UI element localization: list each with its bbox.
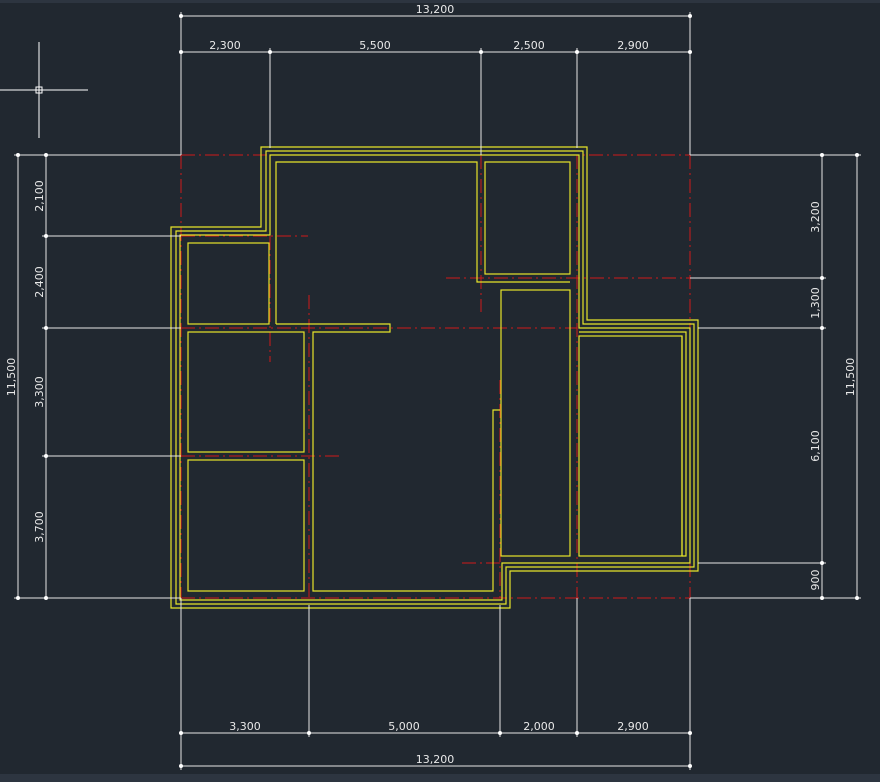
- dim-top-1: 2,300: [209, 39, 241, 52]
- dim-top-2: 5,500: [359, 39, 391, 52]
- dim-top-total: 13,200: [416, 3, 455, 16]
- dim-bottom-2: 5,000: [388, 720, 420, 733]
- dim-bottom-total: 13,200: [416, 753, 455, 766]
- dim-left-1: 2,100: [33, 180, 46, 212]
- dim-left-total: 11,500: [5, 358, 18, 397]
- bottom-edge: [0, 774, 880, 782]
- dim-bottom-4: 2,900: [617, 720, 649, 733]
- cad-drawing-canvas[interactable]: 13,200 2,300 5,500 2,500 2,900 3,300 5,0…: [0, 0, 880, 782]
- dim-bottom-3: 2,000: [523, 720, 555, 733]
- dim-right-3: 6,100: [809, 430, 822, 462]
- dim-left-3: 3,300: [33, 376, 46, 408]
- dim-top-4: 2,900: [617, 39, 649, 52]
- dim-bottom-1: 3,300: [229, 720, 261, 733]
- dim-left-4: 3,700: [33, 511, 46, 543]
- canvas-background: [0, 0, 880, 782]
- dim-top-3: 2,500: [513, 39, 545, 52]
- dim-right-2: 1,300: [809, 287, 822, 319]
- dim-right-1: 3,200: [809, 201, 822, 233]
- dim-right-4: 900: [809, 570, 822, 591]
- dim-left-2: 2,400: [33, 266, 46, 298]
- dim-right-total: 11,500: [844, 358, 857, 397]
